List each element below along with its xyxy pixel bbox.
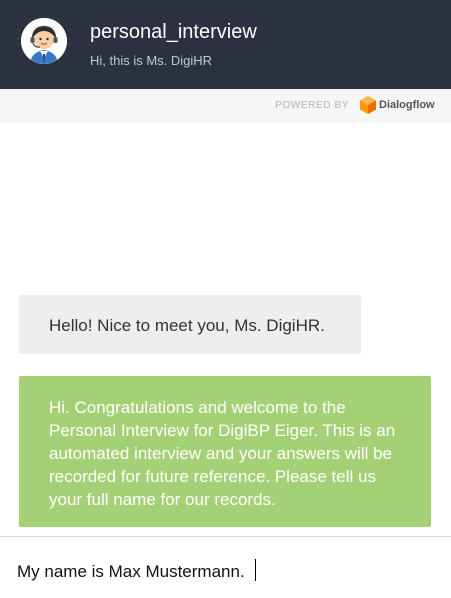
dialogflow-logo-icon[interactable] (360, 96, 376, 114)
chat-header: personal_interview Hi, this is Ms. DigiH… (0, 0, 451, 89)
message-input-area (0, 536, 451, 598)
user-message: Hello! Nice to meet you, Ms. DigiHR. (19, 295, 361, 354)
agent-message: Hi. Congratulations and welcome to the P… (19, 376, 431, 527)
text-caret (255, 559, 256, 581)
message-input[interactable] (17, 560, 437, 584)
chat-subtitle: Hi, this is Ms. DigiHR (90, 53, 213, 68)
chat-title: personal_interview (90, 21, 257, 43)
agent-avatar-icon (21, 18, 67, 64)
dialogflow-brand-name[interactable]: Dialogflow (379, 99, 435, 111)
powered-by-label: POWERED BY (275, 100, 349, 111)
